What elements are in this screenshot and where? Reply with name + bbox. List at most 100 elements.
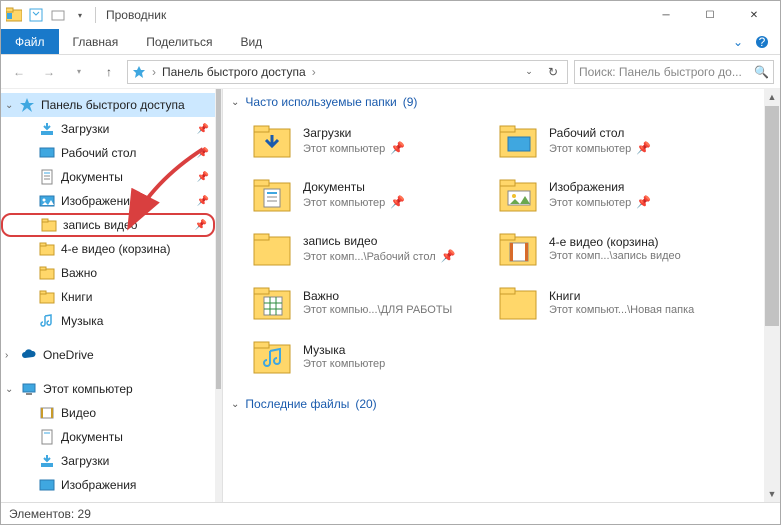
- tab-share[interactable]: Поделиться: [132, 29, 226, 54]
- help-button[interactable]: ?: [750, 29, 774, 54]
- folder-name: запись видео: [303, 234, 456, 249]
- qat-dropdown-icon[interactable]: ▾: [71, 6, 89, 24]
- pin-icon: 📌: [390, 141, 405, 155]
- section-title: Последние файлы: [245, 397, 349, 411]
- title-bar: ▾ Проводник ─ ☐ ✕: [1, 1, 780, 29]
- chevron-down-icon[interactable]: ⌄: [231, 97, 239, 108]
- tab-view[interactable]: Вид: [226, 29, 276, 54]
- window-title: Проводник: [106, 8, 166, 22]
- videos-icon: [39, 405, 55, 421]
- folder-item[interactable]: ВажноЭтот компью...\ДЛЯ РАБОТЫ: [251, 281, 481, 325]
- nav-item-pc-downloads[interactable]: Загрузки: [1, 449, 215, 473]
- folder-name: Загрузки: [303, 126, 405, 141]
- nav-item-important[interactable]: Важно: [1, 261, 215, 285]
- status-elements-count: 29: [78, 507, 91, 521]
- nav-this-pc[interactable]: ⌄Этот компьютер: [1, 377, 215, 401]
- chevron-right-icon[interactable]: ›: [312, 65, 316, 79]
- folder-location: Этот комп...\запись видео: [549, 250, 681, 264]
- folder-item[interactable]: МузыкаЭтот компьютер: [251, 335, 481, 379]
- nav-item-pc-documents[interactable]: Документы: [1, 425, 215, 449]
- folder-icon: [497, 283, 539, 323]
- ribbon-expand-button[interactable]: ⌄: [726, 29, 750, 54]
- folder-item[interactable]: ДокументыЭтот компьютер📌: [251, 173, 481, 217]
- section-frequent[interactable]: ⌄ Часто используемые папки (9): [223, 89, 780, 115]
- navigation-pane: ⌄ Панель быстрого доступа Загрузки📌 Рабо…: [1, 89, 215, 502]
- pictures-icon: [39, 193, 55, 209]
- nav-item-4video[interactable]: 4-е видео (корзина): [1, 237, 215, 261]
- address-dropdown-button[interactable]: ⌄: [519, 66, 539, 77]
- search-box[interactable]: 🔍: [574, 60, 774, 84]
- chevron-down-icon[interactable]: ⌄: [5, 100, 13, 111]
- tab-file[interactable]: Файл: [1, 29, 59, 54]
- nav-item-downloads[interactable]: Загрузки📌: [1, 117, 215, 141]
- folder-item[interactable]: 4-е видео (корзина)Этот комп...\запись в…: [497, 227, 727, 271]
- folder-name: Книги: [549, 289, 694, 304]
- scroll-up-button[interactable]: ▲: [764, 89, 780, 105]
- chevron-right-icon[interactable]: ›: [152, 65, 156, 79]
- chevron-right-icon[interactable]: ›: [5, 350, 8, 361]
- breadcrumb[interactable]: Панель быстрого доступа: [162, 65, 306, 79]
- search-icon[interactable]: 🔍: [754, 65, 769, 79]
- ribbon-tabs: Файл Главная Поделиться Вид ⌄ ?: [1, 29, 780, 55]
- folder-item[interactable]: ИзображенияЭтот компьютер📌: [497, 173, 727, 217]
- nav-item-pc-pictures[interactable]: Изображения: [1, 473, 215, 497]
- forward-button[interactable]: →: [37, 60, 61, 84]
- folder-location: Этот компьютер: [303, 358, 385, 372]
- excel-icon: [251, 283, 293, 323]
- nav-item-documents[interactable]: Документы📌: [1, 165, 215, 189]
- pin-icon: 📌: [197, 196, 209, 207]
- folder-location: Этот компьютер📌: [549, 195, 651, 211]
- nav-scrollbar[interactable]: [215, 89, 222, 502]
- folder-location: Этот компьютер📌: [303, 141, 405, 157]
- folder-icon: [41, 217, 57, 233]
- folder-item[interactable]: ЗагрузкиЭтот компьютер📌: [251, 119, 481, 163]
- app-icon: [5, 6, 23, 24]
- scroll-thumb[interactable]: [765, 106, 779, 326]
- close-button[interactable]: ✕: [732, 1, 776, 29]
- nav-item-music[interactable]: Музыка: [1, 309, 215, 333]
- nav-item-pc-videos[interactable]: Видео: [1, 401, 215, 425]
- qat-newfolder-icon[interactable]: [49, 6, 67, 24]
- chevron-down-icon[interactable]: ⌄: [231, 399, 239, 410]
- tab-home[interactable]: Главная: [59, 29, 133, 54]
- folder-name: Важно: [303, 289, 452, 304]
- back-button[interactable]: ←: [7, 60, 31, 84]
- pin-icon: 📌: [636, 141, 651, 155]
- pictures-icon: [39, 477, 55, 493]
- folder-name: Документы: [303, 180, 405, 195]
- nav-item-books[interactable]: Книги: [1, 285, 215, 309]
- refresh-button[interactable]: ↻: [543, 65, 563, 79]
- main-view: ⌄ Часто используемые папки (9) ЗагрузкиЭ…: [223, 89, 780, 502]
- folder-location: Этот компью...\ДЛЯ РАБОТЫ: [303, 304, 452, 318]
- scroll-down-button[interactable]: ▼: [764, 486, 780, 502]
- maximize-button[interactable]: ☐: [688, 1, 732, 29]
- folder-location: Этот компьют...\Новая папка: [549, 304, 694, 318]
- pin-icon: 📌: [441, 249, 456, 263]
- folder-icon: [39, 265, 55, 281]
- section-recent[interactable]: ⌄ Последние файлы (20): [223, 391, 780, 417]
- nav-item-video-record[interactable]: запись видео📌: [1, 213, 215, 237]
- up-button[interactable]: ↑: [97, 60, 121, 84]
- chevron-down-icon[interactable]: ⌄: [5, 384, 13, 395]
- documents-icon: [39, 429, 55, 445]
- folder-name: Музыка: [303, 343, 385, 358]
- documents-icon: [39, 169, 55, 185]
- nav-item-desktop[interactable]: Рабочий стол📌: [1, 141, 215, 165]
- main-scrollbar[interactable]: ▲ ▼: [764, 89, 780, 502]
- search-input[interactable]: [579, 65, 754, 79]
- folder-location: Этот компьютер📌: [549, 141, 651, 157]
- folder-item[interactable]: запись видеоЭтот комп...\Рабочий стол📌: [251, 227, 481, 271]
- folder-name: 4-е видео (корзина): [549, 235, 681, 250]
- nav-onedrive[interactable]: ›OneDrive: [1, 343, 215, 367]
- folder-item[interactable]: Рабочий столЭтот компьютер📌: [497, 119, 727, 163]
- address-bar[interactable]: › Панель быстрого доступа › ⌄ ↻: [127, 60, 568, 84]
- minimize-button[interactable]: ─: [644, 1, 688, 29]
- nav-item-pictures[interactable]: Изображения📌: [1, 189, 215, 213]
- recent-locations-button[interactable]: ▾: [67, 60, 91, 84]
- thispc-icon: [21, 381, 37, 397]
- qat-properties-icon[interactable]: [27, 6, 45, 24]
- downloads-icon: [251, 121, 293, 161]
- status-bar: Элементов: 29: [1, 502, 780, 524]
- nav-quick-access[interactable]: ⌄ Панель быстрого доступа: [1, 93, 215, 117]
- folder-item[interactable]: КнигиЭтот компьют...\Новая папка: [497, 281, 727, 325]
